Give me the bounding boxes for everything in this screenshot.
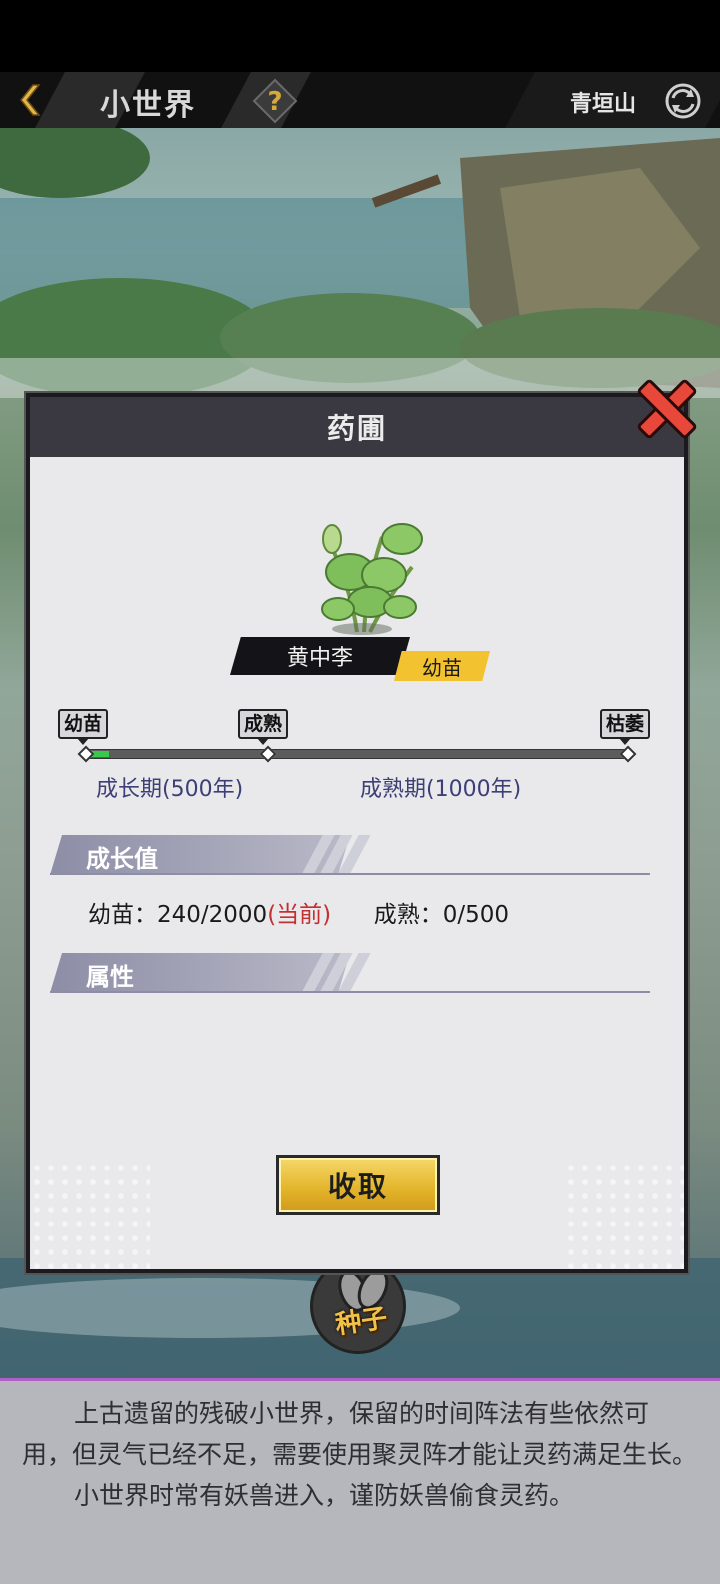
seedling-growth-label: 幼苗： [88,902,157,928]
svg-text:?: ? [267,87,282,117]
mature-growth-label: 成熟： [373,902,443,928]
growth-section-header: 成长值 [50,835,654,875]
back-arrow-icon [20,84,41,116]
growth-values: 幼苗：240/2000(当前) 成熟：0/500 [88,895,509,929]
stage-label-withered: 枯萎 [600,709,651,745]
plant-name: 黄中李 [286,646,353,671]
mature-period-label: 成熟期(1000年) [360,777,522,802]
description-panel: 上古遗留的残破小世界，保留的时间阵法有些依然可用，但灵气已经不足，需要使用聚灵阵… [0,1378,720,1584]
status-strip [0,0,720,72]
dialog-title: 药圃 [326,412,387,445]
collect-button-label: 收取 [327,1170,388,1203]
growth-progress-track [86,749,628,759]
collect-button[interactable]: 收取 [276,1155,440,1215]
growth-section-title: 成长值 [86,845,158,873]
corner-pattern [30,1161,150,1271]
seedling-growth-value: 240/2000 [157,902,268,928]
refresh-icon [665,83,701,119]
plant-image [321,523,423,635]
herb-garden-dialog: 药圃 黄中李 幼苗 幼苗 成熟 枯萎 成长期(500年) 成熟期(1000年) [26,393,688,1273]
stage-label-seedling: 幼苗 [58,709,109,745]
back-button[interactable] [6,80,50,120]
page-title: 小世界 [100,88,196,123]
region-name: 青垣山 [569,92,636,117]
growth-period-label: 成长期(500年) [96,777,244,802]
refresh-button[interactable] [664,82,702,120]
attribute-section-header: 属性 [50,953,654,993]
current-marker: (当前) [267,902,332,928]
mature-growth-value: 0/500 [442,902,510,928]
description-paragraph-1: 上古遗留的残破小世界，保留的时间阵法有些依然可用，但灵气已经不足，需要使用聚灵阵… [22,1399,698,1469]
help-button[interactable]: ? [252,78,298,124]
close-icon [637,379,697,439]
close-button[interactable] [630,372,704,446]
question-icon: ? [252,78,298,124]
corner-pattern [564,1161,684,1271]
stage-label-mature: 成熟 [238,709,289,745]
current-stage-badge: 幼苗 [394,651,490,681]
dialog-header: 药圃 [30,397,684,457]
top-header: 小世界 ? 青垣山 [0,72,720,128]
attribute-section-title: 属性 [86,963,134,991]
current-stage-text: 幼苗 [422,655,462,680]
plant-name-tag: 黄中李 [230,637,410,675]
description-paragraph-2: 小世界时常有妖兽进入，谨防妖兽偷食灵药。 [74,1481,575,1510]
